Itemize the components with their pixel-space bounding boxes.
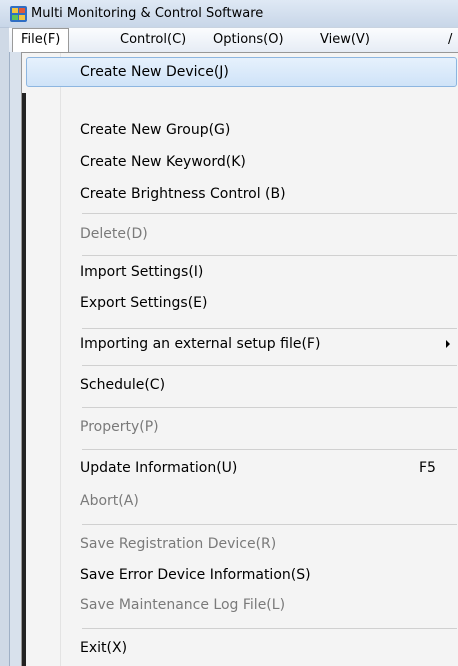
- app-monitor-icon: [10, 6, 27, 22]
- menu-item-property[interactable]: Property(P): [26, 412, 457, 442]
- menu-overflow[interactable]: /: [440, 28, 458, 53]
- menu-bar: File(F) Control(C) Options(O) View(V) /: [9, 27, 458, 53]
- menu-item-schedule[interactable]: Schedule(C): [26, 370, 457, 400]
- window-left-edge: [9, 52, 21, 666]
- file-dropdown-menu: Create New Device(J) Create New Group(G)…: [21, 52, 458, 666]
- window-title: Multi Monitoring & Control Software: [31, 6, 264, 21]
- menu-options[interactable]: Options(O): [205, 28, 292, 53]
- menu-item-label: Create New Device(J): [80, 64, 229, 80]
- menu-separator: [82, 524, 457, 525]
- menu-item-exit[interactable]: Exit(X): [26, 633, 457, 663]
- menu-item-create-new-group[interactable]: Create New Group(G): [26, 115, 457, 145]
- menu-item-label: Create New Group(G): [80, 122, 231, 138]
- menu-item-label: Save Maintenance Log File(L): [80, 597, 286, 613]
- menu-file[interactable]: File(F): [12, 28, 70, 53]
- menu-item-abort[interactable]: Abort(A): [26, 486, 457, 516]
- menu-separator: [82, 213, 457, 214]
- menu-item-label: Export Settings(E): [80, 295, 208, 311]
- menu-item-save-maintenance-log-file[interactable]: Save Maintenance Log File(L): [26, 590, 457, 620]
- menu-separator: [82, 407, 457, 408]
- submenu-arrow-icon: [446, 340, 450, 348]
- shortcut-label: F5: [419, 460, 436, 476]
- menu-item-label: Schedule(C): [80, 377, 166, 393]
- menu-item-label: Save Error Device Information(S): [80, 567, 311, 583]
- menu-item-label: Update Information(U): [80, 460, 238, 476]
- title-bar: Multi Monitoring & Control Software: [0, 0, 458, 28]
- menu-item-update-information[interactable]: Update Information(U) F5: [26, 453, 457, 483]
- menu-control[interactable]: Control(C): [112, 28, 194, 53]
- menu-item-label: Create New Keyword(K): [80, 154, 246, 170]
- menu-item-label: Importing an external setup file(F): [80, 336, 321, 352]
- menu-item-label: Delete(D): [80, 226, 148, 242]
- menu-item-save-error-device-information[interactable]: Save Error Device Information(S): [26, 560, 457, 590]
- menu-item-delete[interactable]: Delete(D): [26, 219, 457, 249]
- menu-item-create-new-keyword[interactable]: Create New Keyword(K): [26, 147, 457, 177]
- menu-item-label: Import Settings(I): [80, 264, 204, 280]
- menu-item-label: Save Registration Device(R): [80, 536, 277, 552]
- menu-item-label: Exit(X): [80, 640, 128, 656]
- menu-separator: [82, 365, 457, 366]
- menu-item-export-settings[interactable]: Export Settings(E): [26, 288, 457, 318]
- menu-item-create-brightness-control[interactable]: Create Brightness Control (B): [26, 179, 457, 209]
- menu-item-import-external-setup-file[interactable]: Importing an external setup file(F): [26, 329, 457, 359]
- menu-separator: [82, 628, 457, 629]
- menu-item-import-settings[interactable]: Import Settings(I): [26, 257, 457, 287]
- menu-view[interactable]: View(V): [312, 28, 378, 53]
- menu-item-label: Create Brightness Control (B): [80, 186, 286, 202]
- menu-separator: [82, 449, 457, 450]
- menu-item-label: Abort(A): [80, 493, 139, 509]
- menu-item-create-new-device[interactable]: Create New Device(J): [26, 57, 457, 87]
- menu-separator: [82, 255, 457, 256]
- menu-item-label: Property(P): [80, 419, 159, 435]
- menu-item-save-registration-device[interactable]: Save Registration Device(R): [26, 529, 457, 559]
